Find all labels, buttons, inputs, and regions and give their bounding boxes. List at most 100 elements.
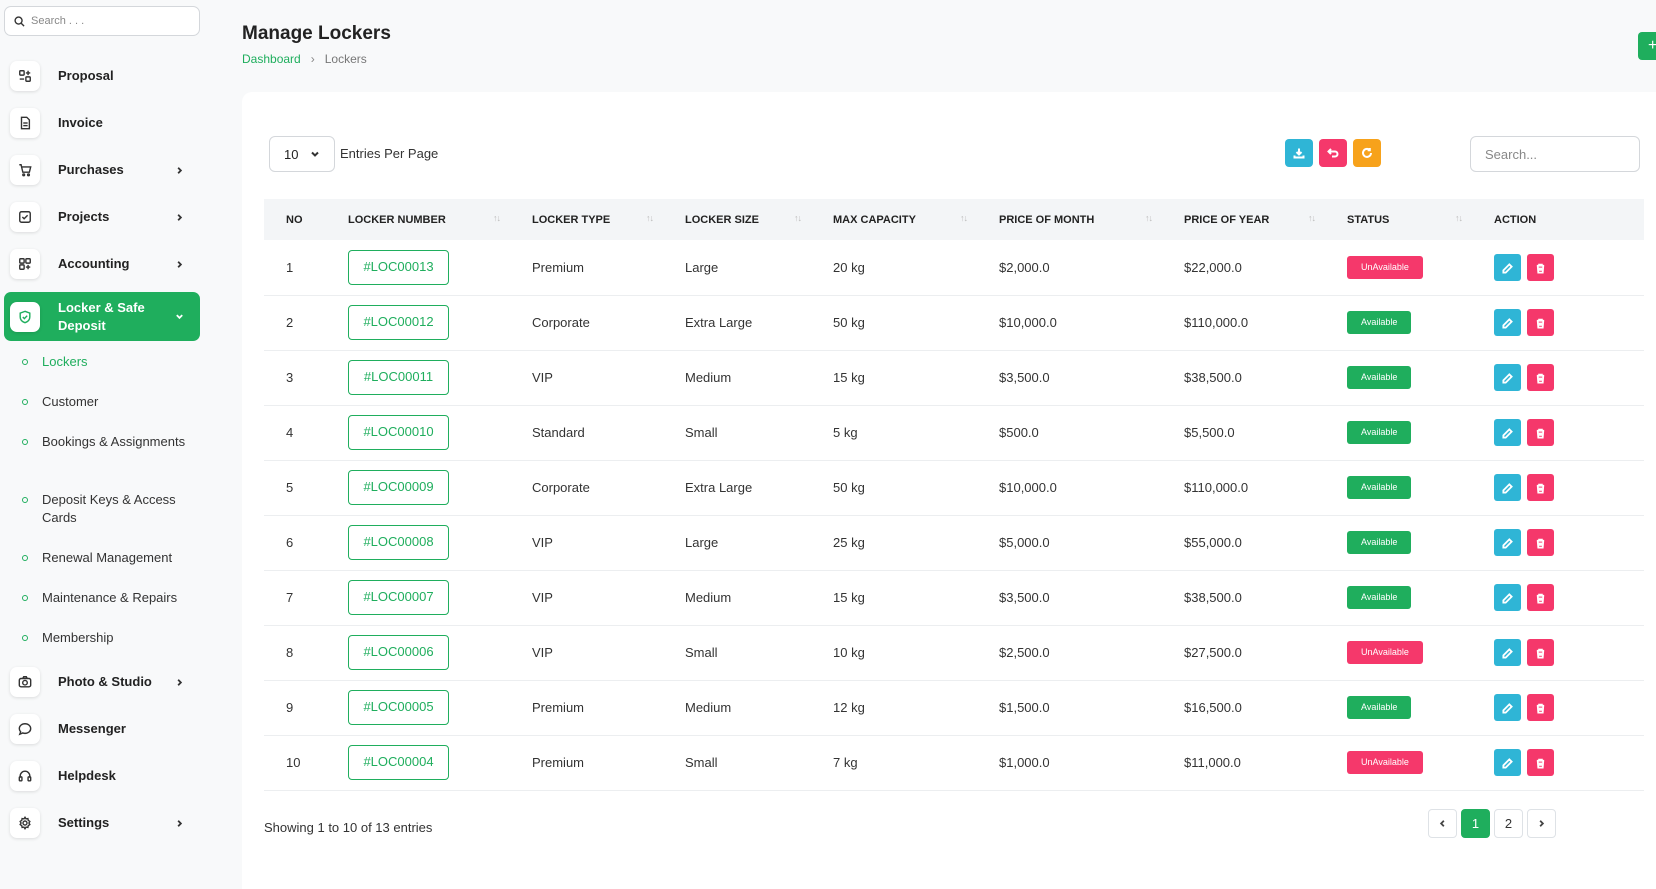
delete-button[interactable] — [1527, 749, 1554, 776]
trash-icon — [1536, 318, 1545, 329]
sidebar-item-messenger[interactable]: Messenger — [4, 708, 200, 750]
sidebar-item-label: Messenger — [58, 721, 126, 736]
locker-number-link[interactable]: #LOC00006 — [348, 635, 449, 670]
edit-button[interactable] — [1494, 253, 1521, 281]
column-header-no[interactable]: NO — [264, 199, 326, 240]
cell-price-month: $10,000.0 — [999, 315, 1057, 330]
refresh-button[interactable] — [1353, 139, 1381, 167]
cell-price-year: $5,500.0 — [1184, 425, 1235, 440]
column-header-max-capacity[interactable]: MAX CAPACITY ↑↓ — [811, 199, 977, 240]
edit-button[interactable] — [1494, 364, 1521, 391]
locker-number-link[interactable]: #LOC00004 — [348, 745, 449, 780]
locker-number-link[interactable]: #LOC00007 — [348, 580, 449, 615]
locker-number-link[interactable]: #LOC00008 — [348, 525, 449, 560]
pagination-next-button[interactable] — [1527, 809, 1556, 838]
sidebar-subitem-deposit-keys-and-access-cards[interactable]: Deposit Keys & Access Cards — [22, 491, 198, 527]
cell-price-year: $38,500.0 — [1184, 590, 1242, 605]
sidebar-subitem-customer[interactable]: Customer — [22, 393, 198, 411]
locker-number-link[interactable]: #LOC00005 — [348, 690, 449, 725]
delete-button[interactable] — [1527, 694, 1554, 721]
delete-button[interactable] — [1527, 309, 1554, 336]
sidebar-item-photo-and-studio[interactable]: Photo & Studio — [4, 661, 200, 703]
pagination-page-2[interactable]: 2 — [1494, 809, 1523, 838]
cell-price-year: $110,000.0 — [1184, 480, 1249, 495]
cell-locker-size: Medium — [685, 370, 732, 385]
column-header-price-of-year[interactable]: PRICE OF YEAR ↑↓ — [1162, 199, 1325, 240]
cell-locker-number: #LOC00007 — [326, 570, 510, 625]
cell-no: 6 — [286, 535, 294, 550]
cell-no: 2 — [286, 315, 294, 330]
cell-locker-type: Corporate — [532, 480, 590, 495]
cell-price-year: $55,000.0 — [1184, 535, 1242, 550]
cell-status: Available — [1325, 570, 1472, 625]
sidebar-item-settings[interactable]: Settings — [4, 802, 200, 844]
sidebar-item-purchases[interactable]: Purchases — [4, 149, 200, 191]
locker-number-link[interactable]: #LOC00010 — [348, 415, 449, 450]
sidebar-item-invoice[interactable]: Invoice — [4, 102, 200, 144]
column-header-status[interactable]: STATUS ↑↓ — [1325, 199, 1472, 240]
edit-button[interactable] — [1494, 529, 1521, 556]
sidebar-subitem-maintenance-and-repairs[interactable]: Maintenance & Repairs — [22, 589, 198, 607]
sidebar-item-label: Purchases — [58, 162, 124, 177]
sidebar-item-accounting[interactable]: Accounting — [4, 243, 200, 285]
edit-button[interactable] — [1494, 309, 1521, 336]
locker-number-link[interactable]: #LOC00011 — [348, 360, 449, 395]
sidebar-search-input[interactable]: Search . . . — [4, 6, 200, 36]
cell-price-month: $5,000.0 — [999, 535, 1050, 550]
pagination-page-1[interactable]: 1 — [1461, 809, 1490, 838]
delete-button[interactable] — [1527, 639, 1554, 666]
table-header-row: NO LOCKER NUMBER ↑↓ LOCKER TYPE ↑↓ LOCKER … — [264, 199, 1644, 240]
delete-button[interactable] — [1527, 584, 1554, 611]
locker-number-link[interactable]: #LOC00013 — [348, 249, 449, 285]
cell-status: Available — [1325, 515, 1472, 570]
sidebar-subitem-label: Maintenance & Repairs — [42, 590, 178, 605]
bullet-icon — [22, 555, 28, 561]
sidebar-item-helpdesk[interactable]: Helpdesk — [4, 755, 200, 797]
edit-button[interactable] — [1494, 694, 1521, 721]
breadcrumb-dashboard-link[interactable]: Dashboard — [242, 52, 301, 66]
delete-button[interactable] — [1527, 474, 1554, 501]
cell-action — [1472, 570, 1644, 625]
status-badge: UnAvailable — [1347, 255, 1423, 279]
edit-button[interactable] — [1494, 419, 1521, 446]
edit-button[interactable] — [1494, 639, 1521, 666]
sidebar-subitem-renewal-management[interactable]: Renewal Management — [22, 549, 198, 567]
entries-per-page-select[interactable]: 10 — [269, 136, 335, 172]
add-locker-button[interactable]: + — [1638, 32, 1656, 60]
delete-button[interactable] — [1527, 529, 1554, 556]
reset-button[interactable] — [1319, 139, 1347, 167]
sidebar-item-projects[interactable]: Projects — [4, 196, 200, 238]
sidebar-subitem-membership[interactable]: Membership — [22, 629, 198, 647]
cell-max-capacity: 7 kg — [833, 755, 858, 770]
delete-button[interactable] — [1527, 419, 1554, 446]
edit-button[interactable] — [1494, 474, 1521, 501]
cell-locker-size: Medium — [685, 590, 732, 605]
status-badge: Available — [1347, 696, 1412, 719]
column-header-locker-type[interactable]: LOCKER TYPE ↑↓ — [510, 199, 663, 240]
trash-icon — [1536, 263, 1545, 274]
edit-button[interactable] — [1494, 584, 1521, 611]
delete-button[interactable] — [1527, 253, 1554, 281]
sidebar-item-proposal[interactable]: Proposal — [4, 55, 200, 97]
status-badge: Available — [1347, 421, 1412, 444]
locker-number-link[interactable]: #LOC00009 — [348, 470, 449, 505]
sidebar-subitem-lockers[interactable]: Lockers — [22, 353, 198, 371]
sort-icon: ↑↓ — [794, 213, 802, 223]
sidebar-item-locker-and-safe-deposit[interactable]: Locker & Safe Deposit — [4, 292, 200, 341]
edit-button[interactable] — [1494, 749, 1521, 776]
download-button[interactable] — [1285, 139, 1313, 167]
pagination-prev-button[interactable] — [1428, 809, 1457, 838]
column-header-locker-size[interactable]: LOCKER SIZE ↑↓ — [663, 199, 811, 240]
sidebar-subitem-bookings-and-assignments[interactable]: Bookings & Assignments — [22, 433, 198, 451]
cell-locker-type: Premium — [532, 700, 585, 715]
delete-button[interactable] — [1527, 364, 1554, 391]
column-header-locker-number[interactable]: LOCKER NUMBER ↑↓ — [326, 199, 510, 240]
column-header-price-of-month[interactable]: PRICE OF MONTH ↑↓ — [977, 199, 1162, 240]
table-search-input[interactable] — [1470, 136, 1640, 172]
trash-icon — [1536, 648, 1545, 659]
cell-price-year: $16,500.0 — [1184, 700, 1242, 715]
locker-number-link[interactable]: #LOC00012 — [348, 305, 449, 340]
sidebar-item-label: Settings — [58, 815, 110, 830]
cell-locker-size: Extra Large — [685, 315, 753, 330]
invoice-icon — [10, 108, 40, 138]
